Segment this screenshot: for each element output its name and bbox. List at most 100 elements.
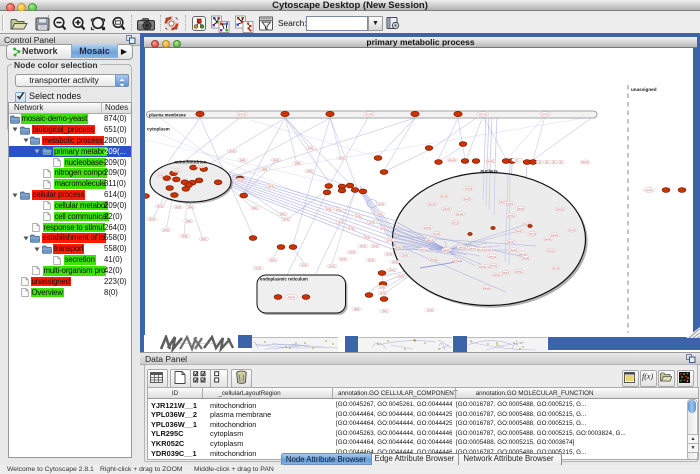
svg-text:(txt): (txt) (380, 291, 385, 295)
svg-text:(text): (text) (427, 238, 434, 242)
svg-text:endoplasmic reticulum: endoplasmic reticulum (260, 277, 308, 282)
svg-text:(text): (text) (556, 207, 563, 211)
svg-text:(t): (t) (546, 160, 549, 164)
svg-text:(text): (text) (463, 197, 470, 201)
svg-text:(txt): (txt) (157, 204, 162, 208)
svg-text:nucleus: nucleus (480, 169, 498, 174)
svg-text:(txt): (txt) (198, 164, 203, 168)
svg-text:(text): (text) (517, 207, 524, 211)
svg-text:(txt): (txt) (382, 309, 387, 313)
svg-text:(text): (text) (484, 247, 491, 251)
svg-text:(text): (text) (568, 228, 575, 232)
svg-text:(txt): (txt) (392, 260, 397, 264)
svg-text:(txt): (txt) (378, 202, 383, 206)
svg-text:(text): (text) (522, 256, 529, 260)
svg-text:(text): (text) (430, 257, 437, 261)
svg-text:(text): (text) (420, 247, 427, 251)
svg-text:(txt): (txt) (283, 217, 288, 221)
svg-text:(txt): (txt) (395, 245, 400, 249)
svg-text:(txt): (txt) (295, 161, 300, 165)
svg-text:(txt): (txt) (340, 257, 345, 261)
svg-text:(t): (t) (539, 160, 542, 164)
svg-text:(txt): (txt) (326, 207, 331, 211)
svg-text:(txt): (txt) (308, 146, 313, 150)
svg-text:(txt): (txt) (338, 220, 343, 224)
svg-text:(t): (t) (516, 158, 519, 162)
svg-text:(text): (text) (506, 202, 513, 206)
svg-text:(txt): (txt) (379, 285, 384, 289)
svg-text:(text): (text) (645, 188, 652, 192)
svg-text:(txt): (txt) (240, 158, 245, 162)
svg-text:(text): (text) (456, 212, 463, 216)
svg-text:(txt): (txt) (307, 169, 312, 173)
svg-text:(txt): (txt) (182, 234, 187, 238)
svg-text:(text): (text) (479, 264, 486, 268)
svg-text:(txt): (txt) (273, 158, 278, 162)
svg-text:(txt): (txt) (188, 205, 193, 209)
svg-text:(text): (text) (440, 194, 447, 198)
svg-text:(txt): (txt) (201, 237, 206, 241)
svg-text:(txt): (txt) (336, 208, 341, 212)
svg-text:(txt): (txt) (402, 253, 407, 257)
svg-text:(txt): (txt) (280, 212, 285, 216)
svg-text:(text): (text) (452, 258, 459, 262)
svg-text:(txt): (txt) (354, 307, 359, 311)
svg-text:(txt): (txt) (369, 220, 374, 224)
svg-text:(txt): (txt) (329, 264, 334, 268)
svg-text:(text): (text) (443, 248, 450, 252)
svg-text:(text): (text) (469, 246, 476, 250)
svg-text:(txt): (txt) (237, 178, 242, 182)
svg-text:(txt): (txt) (387, 238, 392, 242)
svg-text:(txt): (txt) (398, 274, 403, 278)
svg-text:plasma membrane: plasma membrane (149, 113, 186, 118)
svg-text:(t): (t) (553, 160, 556, 164)
svg-text:(txt): (txt) (163, 228, 168, 232)
svg-text:(text): (text) (507, 213, 514, 217)
svg-text:(text): (text) (490, 264, 497, 268)
svg-text:(text): (text) (489, 254, 496, 258)
svg-text:(txt): (txt) (252, 206, 257, 210)
svg-text:cytoplasm: cytoplasm (147, 127, 170, 132)
svg-text:(txt): (txt) (301, 263, 306, 267)
svg-text:(text): (text) (493, 273, 500, 277)
svg-text:(txt): (txt) (380, 226, 385, 230)
svg-text:(text): (text) (581, 160, 588, 164)
svg-text:(txt): (txt) (339, 156, 344, 160)
svg-text:(txt): (txt) (427, 308, 432, 312)
svg-text:(mm): (mm) (479, 112, 486, 116)
svg-text:(mm): (mm) (238, 112, 245, 116)
svg-text:(txt): (txt) (355, 214, 360, 218)
svg-text:(txt): (txt) (372, 244, 377, 248)
svg-text:(text): (text) (443, 207, 450, 211)
svg-text:(text): (text) (465, 187, 472, 191)
svg-text:(text): (text) (459, 246, 466, 250)
svg-text:(text): (text) (529, 232, 536, 236)
svg-text:(txt): (txt) (262, 167, 267, 171)
svg-text:(text): (text) (515, 269, 522, 273)
svg-text:(mm): (mm) (365, 112, 372, 116)
svg-text:(txt): (txt) (389, 268, 394, 272)
svg-text:(text): (text) (551, 233, 558, 237)
svg-text:(txt): (txt) (348, 226, 353, 230)
svg-text:(txt): (txt) (175, 205, 180, 209)
svg-text:(txt): (txt) (368, 258, 373, 262)
svg-text:(text): (text) (288, 295, 295, 299)
svg-text:(text): (text) (502, 271, 509, 275)
svg-text:(txt): (txt) (377, 212, 382, 216)
svg-text:(text): (text) (452, 221, 459, 225)
svg-text:(txt): (txt) (268, 184, 273, 188)
svg-text:(txt): (txt) (360, 244, 365, 248)
svg-text:(txt): (txt) (229, 149, 234, 153)
svg-text:(text): (text) (448, 158, 455, 162)
svg-text:(t): (t) (560, 160, 563, 164)
svg-text:(txt): (txt) (270, 258, 275, 262)
svg-text:(text): (text) (552, 266, 559, 270)
svg-text:(text): (text) (424, 225, 431, 229)
svg-text:(text): (text) (507, 240, 514, 244)
svg-text:(text): (text) (544, 237, 551, 241)
svg-text:(txt): (txt) (186, 219, 191, 223)
svg-text:(text): (text) (428, 202, 435, 206)
svg-text:(text): (text) (483, 286, 490, 290)
svg-text:(text): (text) (510, 248, 517, 252)
svg-text:(txt): (txt) (386, 252, 391, 256)
